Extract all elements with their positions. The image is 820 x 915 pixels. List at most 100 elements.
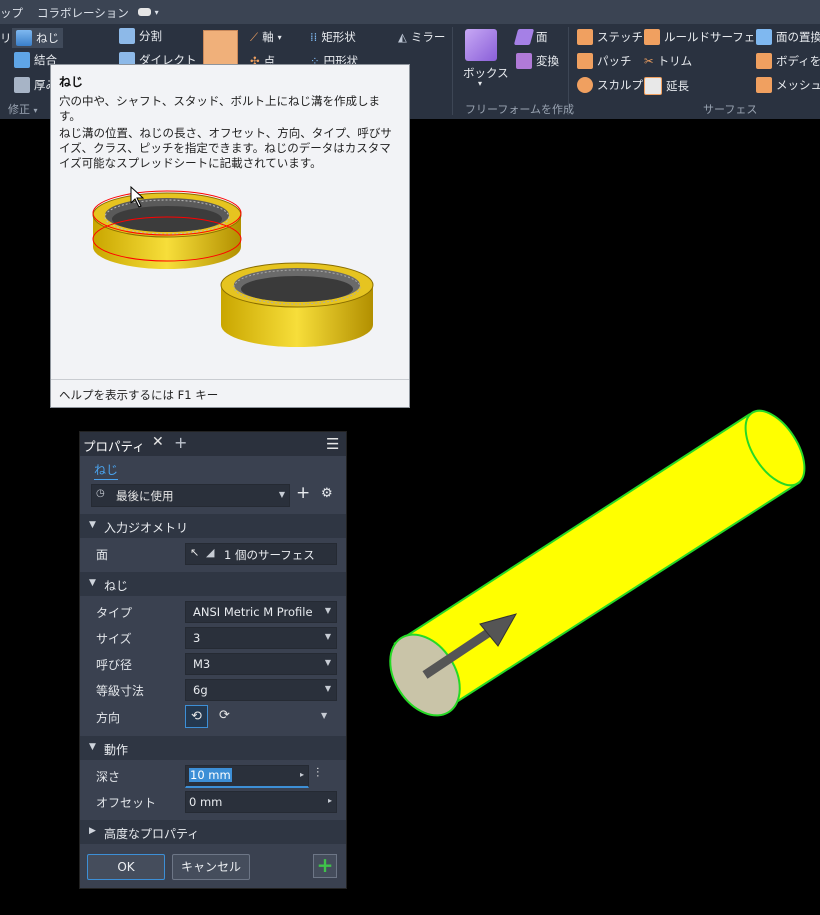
class-value: 6g [193,683,208,697]
replace-face-icon [756,29,772,45]
thicken-icon [14,77,30,93]
size-dropdown[interactable]: 3 ▼ [185,627,337,649]
mirror-icon: ◭ [398,30,407,44]
size-value: 3 [193,631,201,645]
properties-tab[interactable]: プロパティ [83,436,145,455]
face-label: 面 [96,548,109,562]
surface-icon: ◢ [206,546,215,559]
class-label: 等級寸法 [96,684,145,698]
face-button[interactable]: 面 [513,29,548,45]
thread-label: ねじ [36,31,59,45]
ruled-surface-icon [644,29,660,45]
tab-collaboration[interactable]: コラボレーション [37,5,129,21]
convert-icon [516,53,532,69]
extend-button[interactable]: 延長 [644,77,689,95]
feature-name[interactable]: ねじ [94,461,119,480]
thread-icon [16,30,32,46]
chevron-down-icon: ▾ [33,106,38,115]
chevron-down-icon: ▼ [324,658,331,667]
input-geometry-section[interactable]: ▼ 入力ジオメトリ [80,514,346,538]
right-hand-thread-icon[interactable]: ⟳ [214,705,235,726]
sculpt-icon [577,77,593,93]
chevron-down-icon: ▼ [324,606,331,615]
convert-button[interactable]: 変換 [516,53,559,69]
group-divider [568,27,569,115]
replace-face-button[interactable]: 面の置換 [756,29,820,45]
patch-button[interactable]: パッチ [577,53,632,69]
cloud-icon [138,7,151,16]
quick-access-dropdown[interactable]: ▾ [138,4,159,18]
split-label: 分割 [139,29,162,43]
preset-value: 最後に使用 [116,489,174,503]
left-hand-thread-icon[interactable]: ⟲ [185,705,208,728]
designation-dropdown[interactable]: M3 ▼ [185,653,337,675]
split-button[interactable]: 分割 [119,28,162,44]
thread-button[interactable]: ねじ [12,28,63,48]
chevron-down-icon: ▼ [324,632,331,641]
preset-dropdown[interactable]: ◷ 最後に使用 ▼ [91,484,290,507]
cancel-button[interactable]: キャンセル [172,854,250,880]
type-label: タイプ [96,606,133,620]
face-value: 1 個のサーフェス [224,548,315,562]
depth-input[interactable]: 10 mm ▸ [185,765,309,788]
designation-label: 呼び径 [96,658,133,672]
ok-button[interactable]: OK [87,854,165,880]
close-icon[interactable]: ✕ [152,434,164,450]
offset-value: 0 mm [189,795,223,809]
class-dropdown[interactable]: 6g ▼ [185,679,337,701]
apply-plus-icon[interactable]: + [313,854,337,878]
chevron-down-icon[interactable]: ▼ [321,711,327,720]
depth-options-icon[interactable]: ⫶ [316,766,319,781]
designation-value: M3 [193,657,211,671]
stitch-button[interactable]: ステッチ [577,29,643,45]
stitch-icon [577,29,593,45]
menu-icon[interactable]: ☰ [326,435,339,453]
surface-group-label: サーフェス [703,103,758,116]
add-tab-icon[interactable]: + [174,433,187,452]
repair-body-icon [756,53,772,69]
extend-icon [644,77,662,95]
expand-icon: ▶ [89,826,96,836]
axis-icon: ⟋ [250,29,259,44]
tab-partial[interactable]: ップ [0,5,23,21]
type-dropdown[interactable]: ANSI Metric M Profile ▼ [185,601,337,623]
type-value: ANSI Metric M Profile [193,605,313,619]
box-icon[interactable] [465,29,497,61]
split-icon [119,28,135,44]
face-icon [513,29,535,45]
sculpt-button[interactable]: スカルプ [577,77,643,93]
tooltip-footer: ヘルプを表示するには F1 キー [51,379,409,408]
chevron-right-icon[interactable]: ▸ [328,796,332,805]
tooltip-title: ねじ [59,75,84,89]
depth-label: 深さ [96,770,121,784]
rectangular-pattern-button[interactable]: ⁞⁞ 矩形状 [310,29,356,45]
behavior-section[interactable]: ▼ 動作 [80,736,346,760]
trim-button[interactable]: ✂ トリム [644,53,692,69]
thread-section[interactable]: ▼ ねじ [80,572,346,596]
panel-tab-bar: プロパティ ✕ + ☰ [80,432,346,456]
ruled-surface-button[interactable]: ルールドサーフェス [644,29,767,45]
mirror-button[interactable]: ◭ ミラー [398,29,445,45]
size-label: サイズ [96,632,132,646]
patch-icon [577,53,593,69]
box-button[interactable]: ボックス [463,65,509,81]
group-divider [452,27,453,115]
repair-body-button[interactable]: ボディを修 [756,53,820,69]
chevron-down-icon[interactable]: ▾ [478,79,482,88]
gear-icon[interactable]: ⚙ [321,486,333,501]
depth-value: 10 mm [189,768,232,782]
axis-button[interactable]: ⟋ 軸 ▾ [250,29,282,45]
mesh-icon [756,77,772,93]
modify-group-label[interactable]: 修正 ▾ [8,101,38,117]
plane-icon[interactable] [203,30,238,65]
viewport-cylinder[interactable] [380,400,820,720]
collapse-icon: ▼ [89,520,96,530]
add-preset-icon[interactable]: + [296,483,310,503]
face-selector[interactable]: ↖ ◢ 1 個のサーフェス [185,543,337,565]
scissors-icon: ✂ [644,54,654,68]
mesh-button[interactable]: メッシュの [756,77,820,93]
thread-illustration [92,185,374,347]
chevron-right-icon[interactable]: ▸ [300,770,304,779]
advanced-properties-section[interactable]: ▶ 高度なプロパティ [80,820,346,844]
offset-input[interactable]: 0 mm ▸ [185,791,337,813]
